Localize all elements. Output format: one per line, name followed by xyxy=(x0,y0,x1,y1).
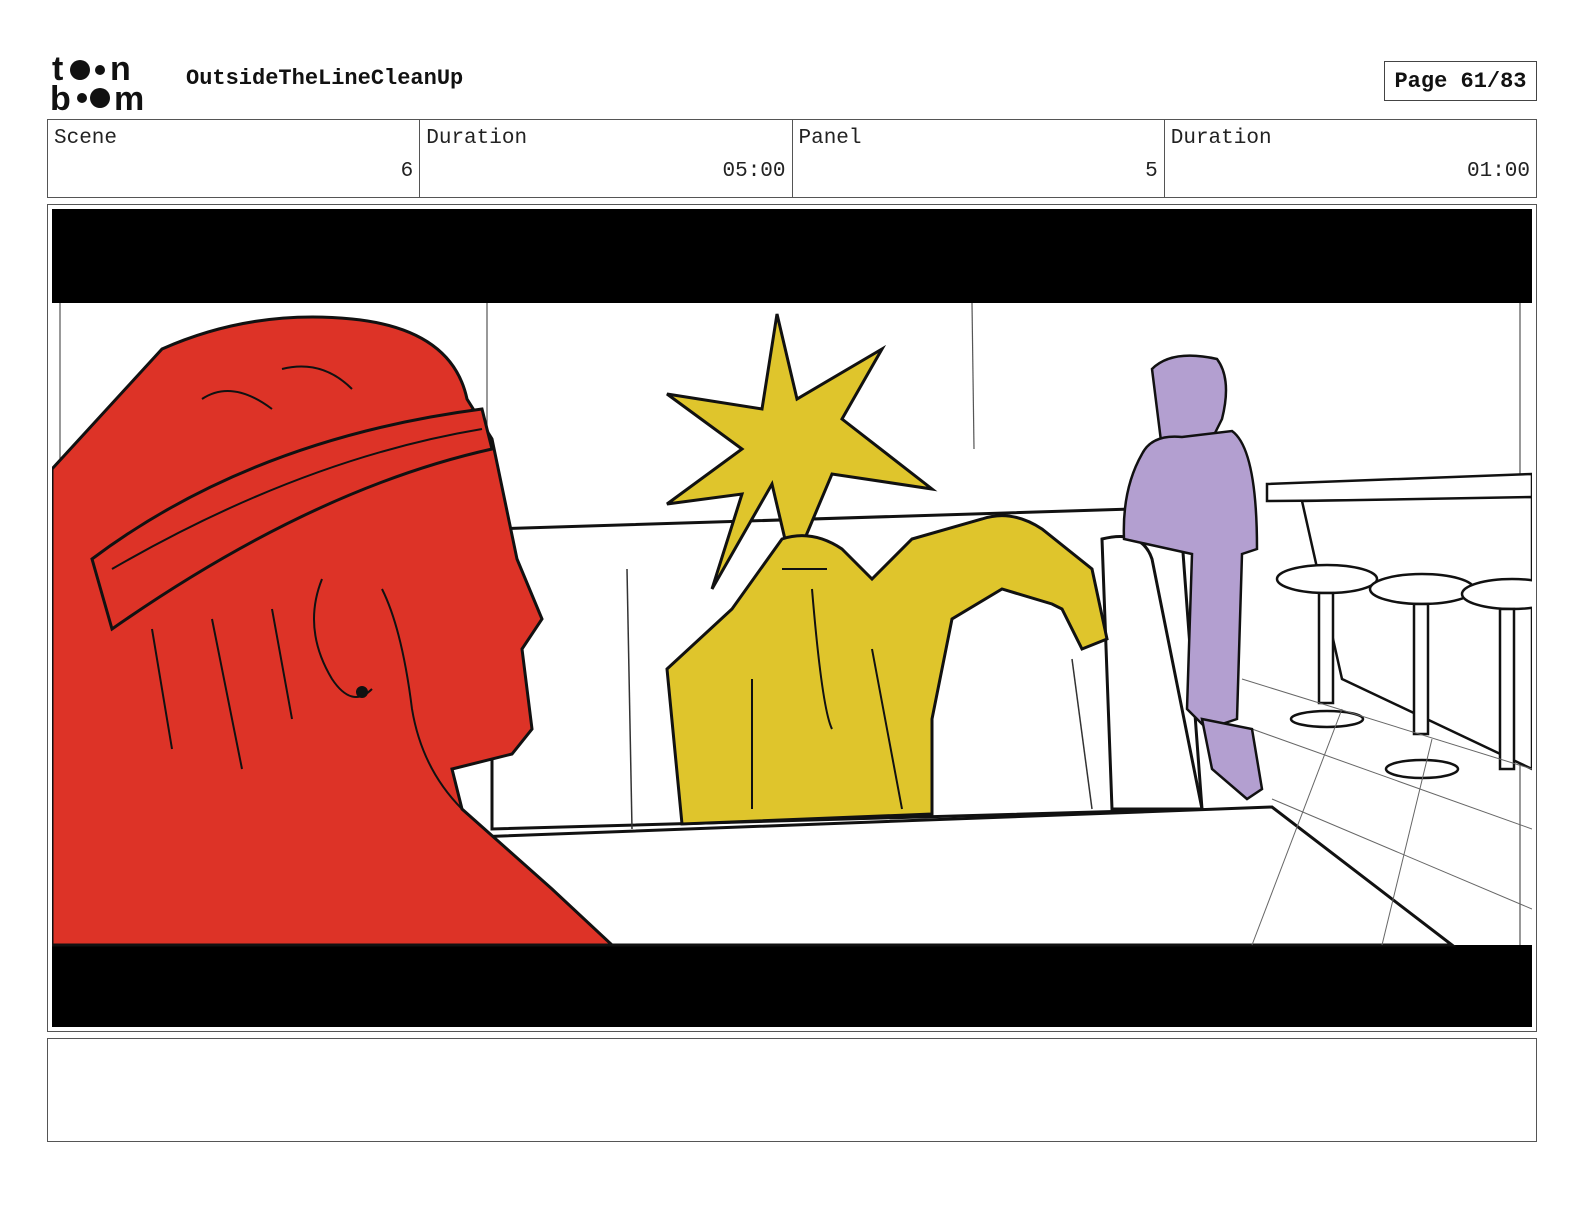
scene-duration-value: 05:00 xyxy=(722,160,786,183)
panel-label: Panel xyxy=(798,127,862,150)
page-indicator: Page 61/83 xyxy=(1384,61,1537,101)
storyboard-frame xyxy=(47,204,1537,1032)
panel-duration-value: 01:00 xyxy=(1466,160,1530,183)
toon-boom-logo: t n b m xyxy=(50,50,162,118)
scene-duration-label: Duration xyxy=(426,127,528,150)
letterbox-bottom xyxy=(52,945,1532,1027)
panel-info-row: Scene 6 Duration 05:00 Panel 5 Duration … xyxy=(47,119,1537,198)
project-title: OutsideTheLineCleanUp xyxy=(186,66,464,91)
panel-cell: Panel 5 xyxy=(793,120,1165,197)
panel-duration-label: Duration xyxy=(1170,127,1272,150)
panel-value: 5 xyxy=(1145,160,1158,183)
svg-text:m: m xyxy=(114,80,144,112)
scene-cell: Scene 6 xyxy=(48,120,421,197)
storyboard-image xyxy=(52,209,1532,1027)
panel-duration-cell: Duration 01:00 xyxy=(1165,120,1536,197)
notes-box xyxy=(47,1038,1537,1142)
letterbox-top xyxy=(52,209,1532,303)
scene-label: Scene xyxy=(54,127,118,150)
scene-value: 6 xyxy=(400,160,414,183)
svg-text:b: b xyxy=(50,80,71,112)
scene-duration-cell: Duration 05:00 xyxy=(420,120,793,197)
